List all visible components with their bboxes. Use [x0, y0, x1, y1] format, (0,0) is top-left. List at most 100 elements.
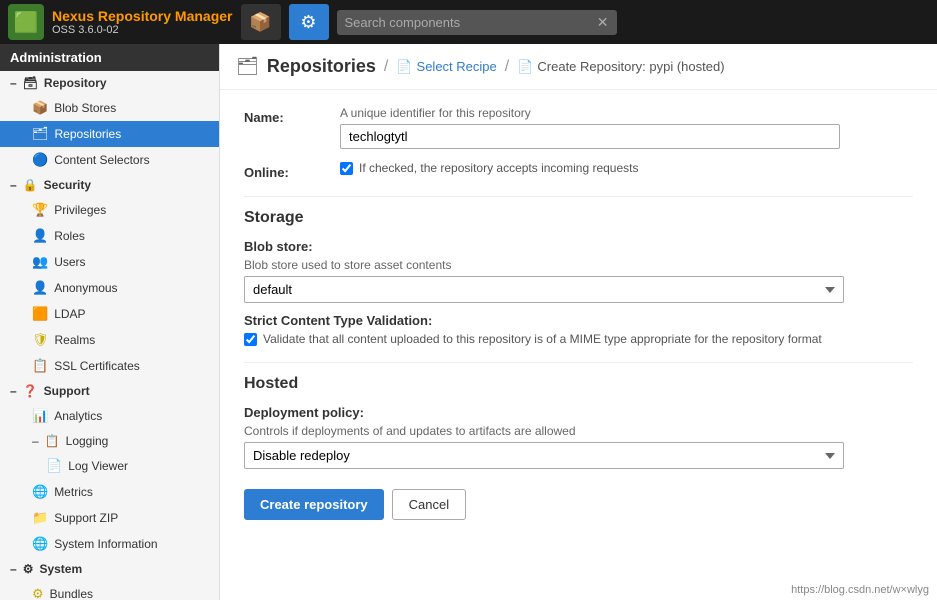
- sidebar-item-roles[interactable]: 👤 Roles: [0, 223, 219, 249]
- browse-button[interactable]: 📦: [241, 4, 281, 40]
- sidebar-item-ldap[interactable]: 🟧 LDAP: [0, 301, 219, 327]
- sidebar-group-repository[interactable]: – 🗃 Repository: [0, 71, 219, 95]
- anonymous-label: Anonymous: [54, 281, 117, 295]
- create-repository-button[interactable]: Create repository: [244, 489, 384, 520]
- breadcrumb: 🗂 Repositories / 📄 Select Recipe / 📄 Cre…: [220, 44, 937, 90]
- search-input[interactable]: [345, 15, 591, 30]
- sidebar-item-ssl-certs[interactable]: 📋 SSL Certificates: [0, 353, 219, 379]
- system-icon: ⚙: [23, 562, 34, 576]
- sidebar-item-repositories[interactable]: 🗂 Repositories: [0, 121, 219, 147]
- anonymous-icon: 👤: [32, 280, 48, 296]
- button-row: Create repository Cancel: [244, 489, 913, 520]
- minus-icon: –: [10, 76, 17, 90]
- breadcrumb-sep2: /: [505, 58, 509, 76]
- hosted-section-header: Hosted: [244, 362, 913, 393]
- security-label: Security: [44, 178, 91, 192]
- online-label: Online:: [244, 161, 324, 180]
- ldap-label: LDAP: [54, 307, 85, 321]
- blob-store-label: Blob store:: [244, 239, 913, 254]
- strict-content-hint: Validate that all content uploaded to th…: [263, 332, 822, 346]
- breadcrumb-icon: 🗂: [236, 56, 259, 77]
- minus-icon-system: –: [10, 562, 17, 576]
- system-info-icon: 🌐: [32, 536, 48, 552]
- support-label: Support: [44, 384, 90, 398]
- logo-icon: 🟩: [8, 4, 44, 40]
- strict-content-checkbox[interactable]: [244, 333, 257, 346]
- support-icon: ❓: [23, 384, 38, 398]
- users-label: Users: [54, 255, 85, 269]
- breadcrumb-current: 📄 Create Repository: pypi (hosted): [517, 59, 724, 75]
- sidebar-item-content-selectors[interactable]: 🔵 Content Selectors: [0, 147, 219, 173]
- strict-content-checkbox-row: Validate that all content uploaded to th…: [244, 332, 913, 346]
- ldap-icon: 🟧: [32, 306, 48, 322]
- repositories-icon: 🗂: [32, 126, 49, 142]
- system-label: System: [39, 562, 82, 576]
- blob-store-section: Blob store: Blob store used to store ass…: [244, 239, 913, 303]
- strict-content-label: Strict Content Type Validation:: [244, 313, 913, 328]
- content-selectors-label: Content Selectors: [54, 153, 149, 167]
- log-viewer-label: Log Viewer: [68, 459, 128, 473]
- realms-label: Realms: [55, 333, 96, 347]
- ssl-icon: 📋: [32, 358, 48, 374]
- name-hint: A unique identifier for this repository: [340, 106, 913, 120]
- online-hint: If checked, the repository accepts incom…: [359, 161, 638, 175]
- sidebar-item-anonymous[interactable]: 👤 Anonymous: [0, 275, 219, 301]
- breadcrumb-sep1: /: [384, 58, 388, 76]
- repository-label: Repository: [44, 76, 107, 90]
- topbar: 🟩 Nexus Repository Manager OSS 3.6.0-02 …: [0, 0, 937, 44]
- analytics-label: Analytics: [54, 409, 102, 423]
- minus-icon-security: –: [10, 178, 17, 192]
- watermark: https://blog.csdn.net/w×wlyg: [791, 584, 929, 596]
- sidebar-item-realms[interactable]: 🛡 Realms: [0, 327, 219, 353]
- sidebar-item-metrics[interactable]: 🌐 Metrics: [0, 479, 219, 505]
- select-recipe-icon: 📄: [396, 59, 412, 75]
- ssl-label: SSL Certificates: [54, 359, 140, 373]
- sidebar-item-system-info[interactable]: 🌐 System Information: [0, 531, 219, 557]
- sidebar-group-security[interactable]: – 🔒 Security: [0, 173, 219, 197]
- name-input[interactable]: [340, 124, 840, 149]
- storage-section-header: Storage: [244, 196, 913, 227]
- deployment-policy-select[interactable]: Disable redeploy Allow redeploy Read-onl…: [244, 442, 844, 469]
- privileges-label: Privileges: [54, 203, 106, 217]
- cancel-button[interactable]: Cancel: [392, 489, 466, 520]
- analytics-icon: 📊: [32, 408, 48, 424]
- blob-store-select[interactable]: default: [244, 276, 844, 303]
- sidebar-item-support-zip[interactable]: 📁 Support ZIP: [0, 505, 219, 531]
- search-clear-icon[interactable]: ✕: [597, 14, 609, 31]
- bundles-label: Bundles: [50, 587, 93, 600]
- online-row: Online: If checked, the repository accep…: [244, 161, 913, 180]
- roles-label: Roles: [54, 229, 85, 243]
- sidebar-item-privileges[interactable]: 🏆 Privileges: [0, 197, 219, 223]
- metrics-icon: 🌐: [32, 484, 48, 500]
- logging-icon: 📋: [45, 434, 60, 448]
- sidebar-group-support[interactable]: – ❓ Support: [0, 379, 219, 403]
- logging-label: Logging: [66, 434, 109, 448]
- sidebar-item-blob-stores[interactable]: 📦 Blob Stores: [0, 95, 219, 121]
- log-viewer-icon: 📄: [46, 458, 62, 474]
- breadcrumb-link1[interactable]: 📄 Select Recipe: [396, 59, 496, 75]
- name-label: Name:: [244, 106, 324, 125]
- sidebar-item-log-viewer[interactable]: 📄 Log Viewer: [0, 453, 219, 479]
- settings-button[interactable]: ⚙: [289, 4, 329, 40]
- minus-icon-support: –: [10, 384, 17, 398]
- select-recipe-label: Select Recipe: [417, 59, 497, 74]
- users-icon: 👥: [32, 254, 48, 270]
- online-checkbox-row: If checked, the repository accepts incom…: [340, 161, 913, 175]
- sidebar-item-bundles[interactable]: ⚙ Bundles: [0, 581, 219, 600]
- deployment-section: Deployment policy: Controls if deploymen…: [244, 405, 913, 469]
- create-repo-label: Create Repository: pypi (hosted): [537, 59, 724, 74]
- online-checkbox[interactable]: [340, 162, 353, 175]
- sidebar-item-users[interactable]: 👥 Users: [0, 249, 219, 275]
- app-title: Nexus Repository Manager: [52, 8, 233, 25]
- support-zip-label: Support ZIP: [54, 511, 118, 525]
- sidebar-item-logging[interactable]: – 📋 Logging: [0, 429, 219, 453]
- sidebar-item-analytics[interactable]: 📊 Analytics: [0, 403, 219, 429]
- bundles-icon: ⚙: [32, 586, 44, 600]
- strict-content-section: Strict Content Type Validation: Validate…: [244, 313, 913, 346]
- sidebar-group-system[interactable]: – ⚙ System: [0, 557, 219, 581]
- minus-icon-logging: –: [32, 434, 39, 448]
- support-zip-icon: 📁: [32, 510, 48, 526]
- blob-stores-icon: 📦: [32, 100, 48, 116]
- blob-stores-label: Blob Stores: [54, 101, 116, 115]
- security-icon: 🔒: [23, 178, 38, 192]
